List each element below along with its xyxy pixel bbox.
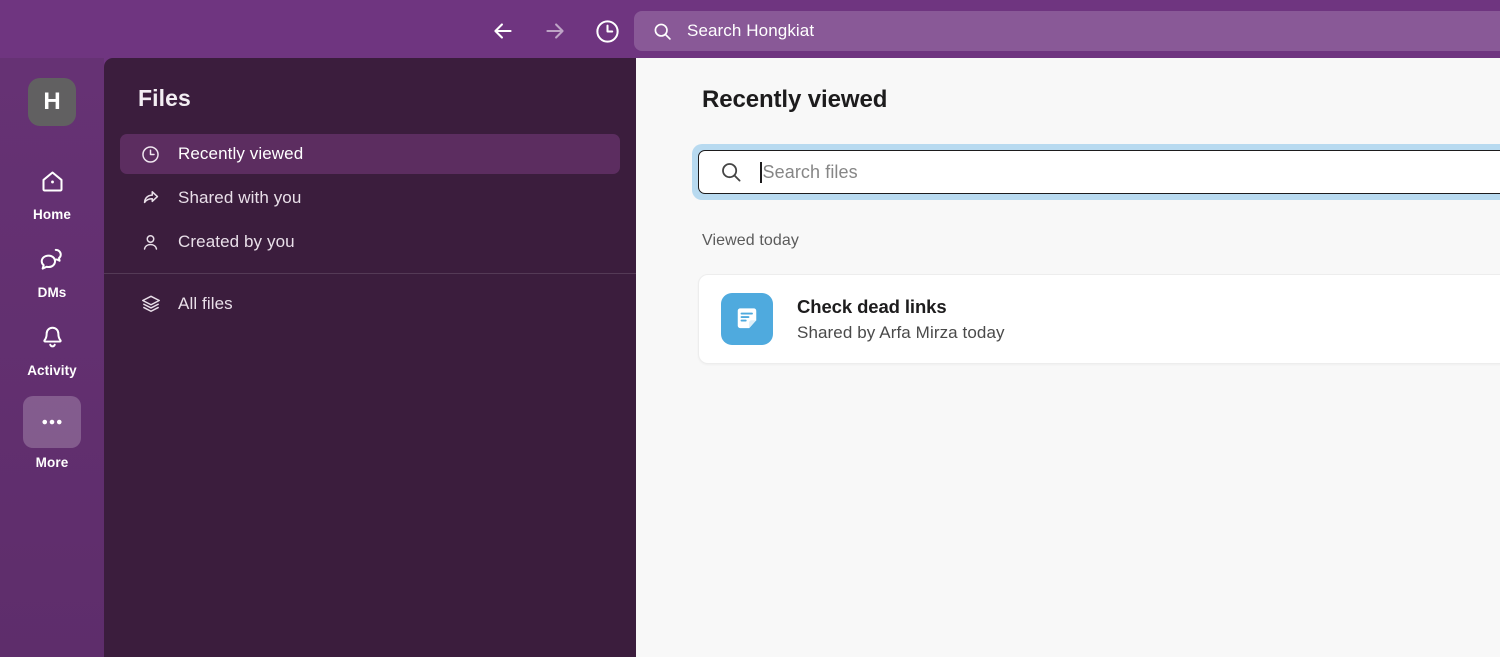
rail-label-activity: Activity xyxy=(27,363,77,378)
history-button[interactable] xyxy=(590,14,624,48)
sidebar-label-all-files: All files xyxy=(178,294,233,313)
files-nav-list: Recently viewed Shared with you Created … xyxy=(104,134,636,262)
sidebar-item-recently-viewed[interactable]: Recently viewed xyxy=(120,134,620,174)
search-placeholder: Search files xyxy=(762,161,858,182)
files-sidebar-panel: Files Recently viewed Shared with you Cr… xyxy=(104,58,636,657)
sidebar-item-created-by-you[interactable]: Created by you xyxy=(120,222,620,262)
rail-item-more[interactable]: More xyxy=(16,390,88,470)
share-arrow-icon xyxy=(140,187,166,209)
home-icon xyxy=(23,162,81,200)
page-title: Recently viewed xyxy=(702,86,888,113)
search-icon xyxy=(719,160,743,184)
file-meta: Check dead links Shared by Arfa Mirza to… xyxy=(797,296,1005,343)
slack-app-window: Search Hongkiat H Home DMs Activity More… xyxy=(0,0,1500,657)
search-files-input[interactable]: Search files xyxy=(698,150,1500,194)
sidebar-divider xyxy=(104,273,636,274)
files-nav-lower-list: All files xyxy=(104,284,636,324)
file-name: Check dead links xyxy=(797,295,947,317)
layers-icon xyxy=(140,293,166,315)
sidebar-label-created-by-you: Created by you xyxy=(178,232,295,251)
section-label-viewed-today: Viewed today xyxy=(702,232,799,249)
left-workspace-rail: H Home DMs Activity More xyxy=(0,58,104,657)
sidebar-item-shared-with-you[interactable]: Shared with you xyxy=(120,178,620,218)
canvas-post-icon xyxy=(721,293,773,345)
text-cursor xyxy=(760,161,762,183)
rail-item-dms[interactable]: DMs xyxy=(16,234,88,300)
top-header-bar: Search Hongkiat xyxy=(0,0,1500,62)
person-icon xyxy=(140,232,166,253)
clock-icon xyxy=(140,144,166,165)
file-subtitle: Shared by Arfa Mirza today xyxy=(797,322,1005,342)
rail-item-activity[interactable]: Activity xyxy=(16,312,88,378)
sidebar-item-all-files[interactable]: All files xyxy=(120,284,620,324)
arrow-right-icon xyxy=(546,23,564,39)
rail-label-more: More xyxy=(35,455,69,470)
rail-item-home[interactable]: Home xyxy=(16,156,88,222)
files-search-wrapper: Search files xyxy=(692,144,1500,200)
arrow-left-icon xyxy=(494,23,512,39)
bell-icon xyxy=(23,318,81,356)
search-icon xyxy=(652,21,673,42)
files-panel-title: Files xyxy=(138,85,191,111)
rail-label-home: Home xyxy=(33,207,71,222)
dms-icon xyxy=(23,240,81,278)
workspace-avatar[interactable]: H xyxy=(28,78,76,126)
main-content-pane: Recently viewed Search files Viewed toda… xyxy=(636,58,1500,657)
history-nav-group xyxy=(486,14,624,48)
global-search-label: Search Hongkiat xyxy=(687,21,815,40)
back-button[interactable] xyxy=(486,14,520,48)
file-list-item[interactable]: Check dead links Shared by Arfa Mirza to… xyxy=(698,274,1500,364)
forward-button[interactable] xyxy=(538,14,572,48)
clock-icon xyxy=(595,19,619,43)
sidebar-label-recently-viewed: Recently viewed xyxy=(178,144,304,163)
sidebar-label-shared-with-you: Shared with you xyxy=(178,188,302,207)
ellipsis-icon xyxy=(23,396,81,448)
global-search-bar[interactable]: Search Hongkiat xyxy=(634,11,1500,51)
rail-label-dms: DMs xyxy=(37,285,67,300)
